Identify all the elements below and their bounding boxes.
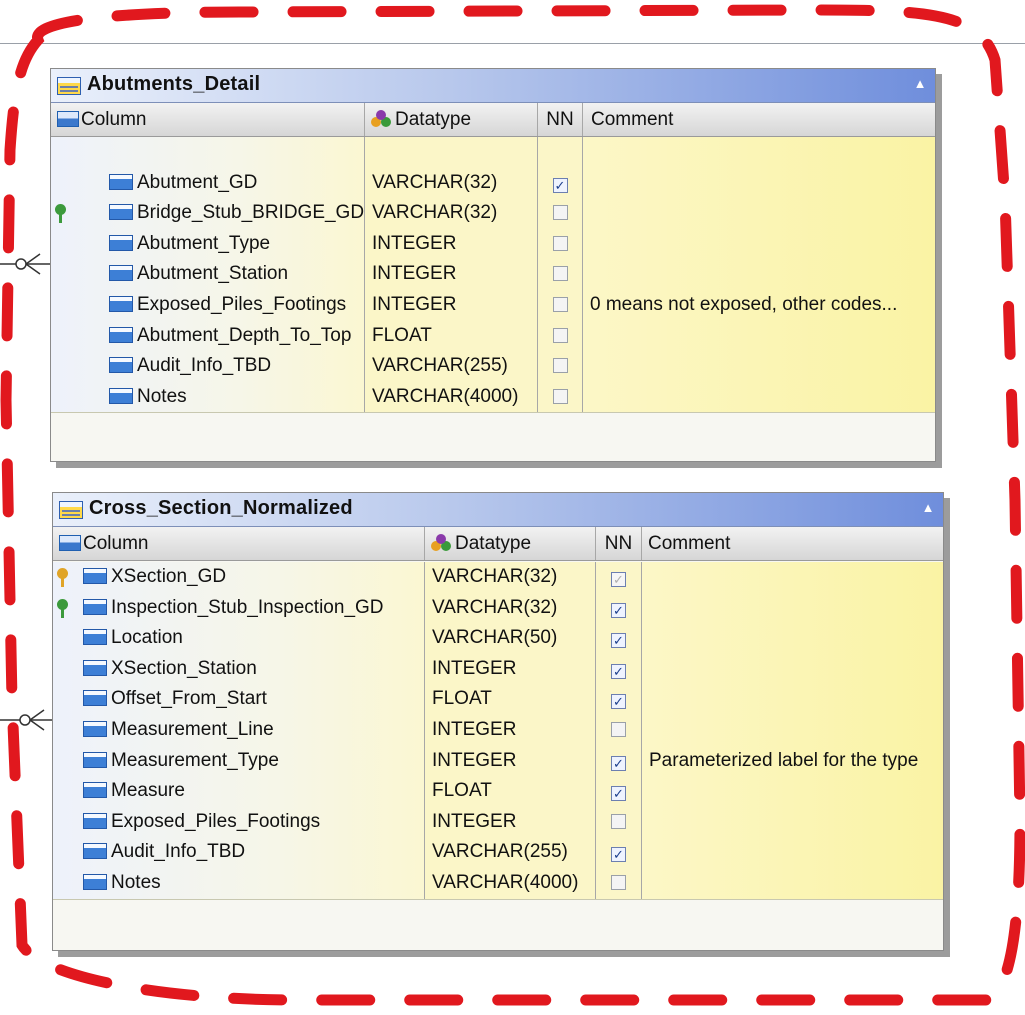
- diagram-canvas: Abutments_Detail ▲ Column Datatype NN Co…: [0, 0, 1025, 1015]
- dashed-outline-path: [0, 4, 1025, 1006]
- red-dashed-highlight: [0, 4, 1025, 1006]
